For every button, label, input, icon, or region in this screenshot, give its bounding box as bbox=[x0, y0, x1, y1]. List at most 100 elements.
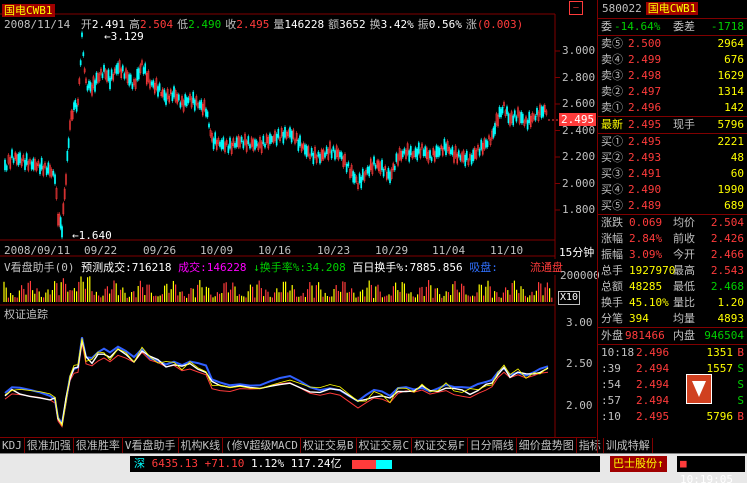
indicator-tab[interactable]: 日分隔线 bbox=[468, 438, 517, 454]
outer-inner-row: 外盘 981466 内盘 946504 bbox=[601, 329, 744, 342]
asks-price: 2.498 bbox=[628, 69, 662, 82]
candle-body bbox=[540, 106, 543, 118]
tick-row[interactable]: :10 2.495 5796 B bbox=[598, 409, 747, 425]
volume-multiplier[interactable]: X10 bbox=[558, 291, 581, 305]
tick-price: 2.494 bbox=[636, 362, 670, 375]
quote-header: 580022 国电CWB1 bbox=[602, 2, 699, 15]
candle-body bbox=[123, 73, 126, 79]
candle-body bbox=[4, 159, 6, 171]
tick-side: B bbox=[737, 410, 744, 423]
candle-body bbox=[137, 68, 140, 80]
indicator-tab[interactable]: 机构K线 bbox=[179, 438, 224, 454]
price-tick: 2.600 bbox=[562, 97, 596, 110]
asks-volume: 2964 bbox=[717, 37, 745, 50]
candle-body bbox=[536, 107, 538, 115]
market-index[interactable]: 深 6435.13 +71.10 1.12% 117.24亿 bbox=[130, 456, 600, 472]
close-icon[interactable]: — bbox=[569, 1, 583, 15]
candle-body bbox=[115, 65, 118, 74]
candle-body bbox=[395, 153, 398, 162]
tick-row[interactable]: :39 2.494 1557 S bbox=[598, 361, 747, 377]
candle-body bbox=[374, 164, 377, 169]
stat-value: 2.468 bbox=[710, 280, 744, 293]
ohlc-value: 3652 bbox=[339, 18, 366, 31]
candle-body bbox=[157, 86, 159, 97]
candle-body bbox=[393, 165, 396, 171]
ohlc-item: 振0.56% bbox=[418, 18, 462, 31]
asks-label: 卖③ bbox=[601, 69, 623, 82]
candle-body bbox=[81, 32, 83, 37]
candle-body bbox=[214, 132, 217, 144]
indicator-tab[interactable]: 权证交易C bbox=[357, 438, 413, 454]
tick-row[interactable]: :57 2.494 S bbox=[598, 393, 747, 409]
tick-row[interactable]: :54 2.494 S bbox=[598, 377, 747, 393]
candle-body bbox=[464, 154, 467, 167]
candle-body bbox=[247, 136, 250, 145]
candle-body bbox=[229, 137, 231, 149]
candle-body bbox=[220, 139, 223, 150]
candle-body bbox=[40, 157, 43, 170]
candle-body bbox=[136, 68, 139, 81]
candle-body bbox=[513, 110, 516, 117]
candle-body bbox=[74, 99, 77, 108]
candle-body bbox=[79, 60, 82, 66]
period-label[interactable]: 15分钟 bbox=[559, 244, 595, 260]
tick-list[interactable]: 10:18 2.496 1351 B:39 2.494 1557 S:54 2.494 S:57… bbox=[598, 345, 747, 425]
ohlc-label: 涨 bbox=[465, 18, 477, 31]
date-tick: 10/29 bbox=[375, 244, 409, 257]
asks-label: 卖② bbox=[601, 85, 623, 98]
candle-body bbox=[254, 139, 256, 150]
candle-body bbox=[94, 80, 96, 92]
tick-price: 2.495 bbox=[636, 410, 670, 423]
indicator-tab[interactable]: 很准加强 bbox=[25, 438, 74, 454]
stat-row: 换手 45.10% 量比 1.20 bbox=[598, 295, 747, 311]
candle-body bbox=[368, 166, 371, 177]
stat-row: 总额 48285 最低 2.468 bbox=[598, 279, 747, 295]
indicator-tab[interactable]: 细价盘势图 bbox=[517, 438, 577, 454]
indicator-tab[interactable]: 很准胜率 bbox=[74, 438, 123, 454]
alert-badge[interactable]: 巴士股份↑ bbox=[610, 456, 667, 472]
candle-body bbox=[312, 152, 315, 165]
stat-label: 涨跌 bbox=[601, 216, 623, 229]
indicator-tab[interactable]: 权证交易B bbox=[301, 438, 357, 454]
stat-value: 48285 bbox=[629, 280, 663, 293]
kline-chart[interactable] bbox=[0, 0, 596, 437]
stat-value: 1927970 bbox=[629, 264, 676, 277]
stat-label: 最低 bbox=[673, 280, 695, 293]
status-dot-icon: ■ bbox=[680, 457, 687, 470]
candle-body bbox=[165, 93, 167, 105]
arrow-down-icon[interactable] bbox=[686, 374, 712, 404]
bids-price: 2.491 bbox=[628, 167, 662, 180]
indicator-tab[interactable]: KDJ bbox=[0, 438, 25, 454]
candle-body bbox=[459, 155, 462, 161]
date-tick: 11/10 bbox=[490, 244, 524, 257]
ohlc-item: 换3.42% bbox=[370, 18, 414, 31]
candle-body bbox=[117, 62, 119, 74]
candle-body bbox=[424, 146, 427, 157]
asks-volume: 142 bbox=[724, 101, 744, 114]
asks-volume: 1314 bbox=[717, 85, 745, 98]
candle-body bbox=[184, 94, 187, 106]
indicator-tab[interactable]: V看盘助手 bbox=[123, 438, 179, 454]
candle-body bbox=[526, 120, 529, 130]
candle-body bbox=[324, 152, 326, 158]
candle-body bbox=[304, 144, 306, 155]
stat-value: 3.09% bbox=[629, 248, 663, 261]
indicator-tab[interactable]: 权证交易F bbox=[412, 438, 468, 454]
tick-row[interactable]: 10:18 2.496 1351 B bbox=[598, 345, 747, 361]
candle-body bbox=[416, 148, 419, 161]
breadth-bar bbox=[352, 459, 393, 469]
stat-value: 45.10% bbox=[629, 296, 669, 309]
indicator-tab[interactable]: (修V超级MACD bbox=[223, 438, 301, 454]
tick-side: S bbox=[737, 378, 744, 391]
candle-body bbox=[39, 164, 41, 175]
candle-body bbox=[401, 151, 404, 158]
candle-body bbox=[498, 106, 501, 118]
ohlc-value: 2.495 bbox=[236, 18, 270, 31]
bids-volume: 689 bbox=[724, 199, 744, 212]
candle-body bbox=[255, 140, 258, 147]
candle-body bbox=[345, 164, 348, 173]
candle-body bbox=[208, 123, 210, 128]
tick-side: B bbox=[737, 346, 744, 359]
tick-time: 10:18 bbox=[601, 346, 635, 359]
chart-area[interactable]: 国电CWB1 — 2008/11/14 开2.491 高2.504 低2.490 收2… bbox=[0, 0, 600, 453]
